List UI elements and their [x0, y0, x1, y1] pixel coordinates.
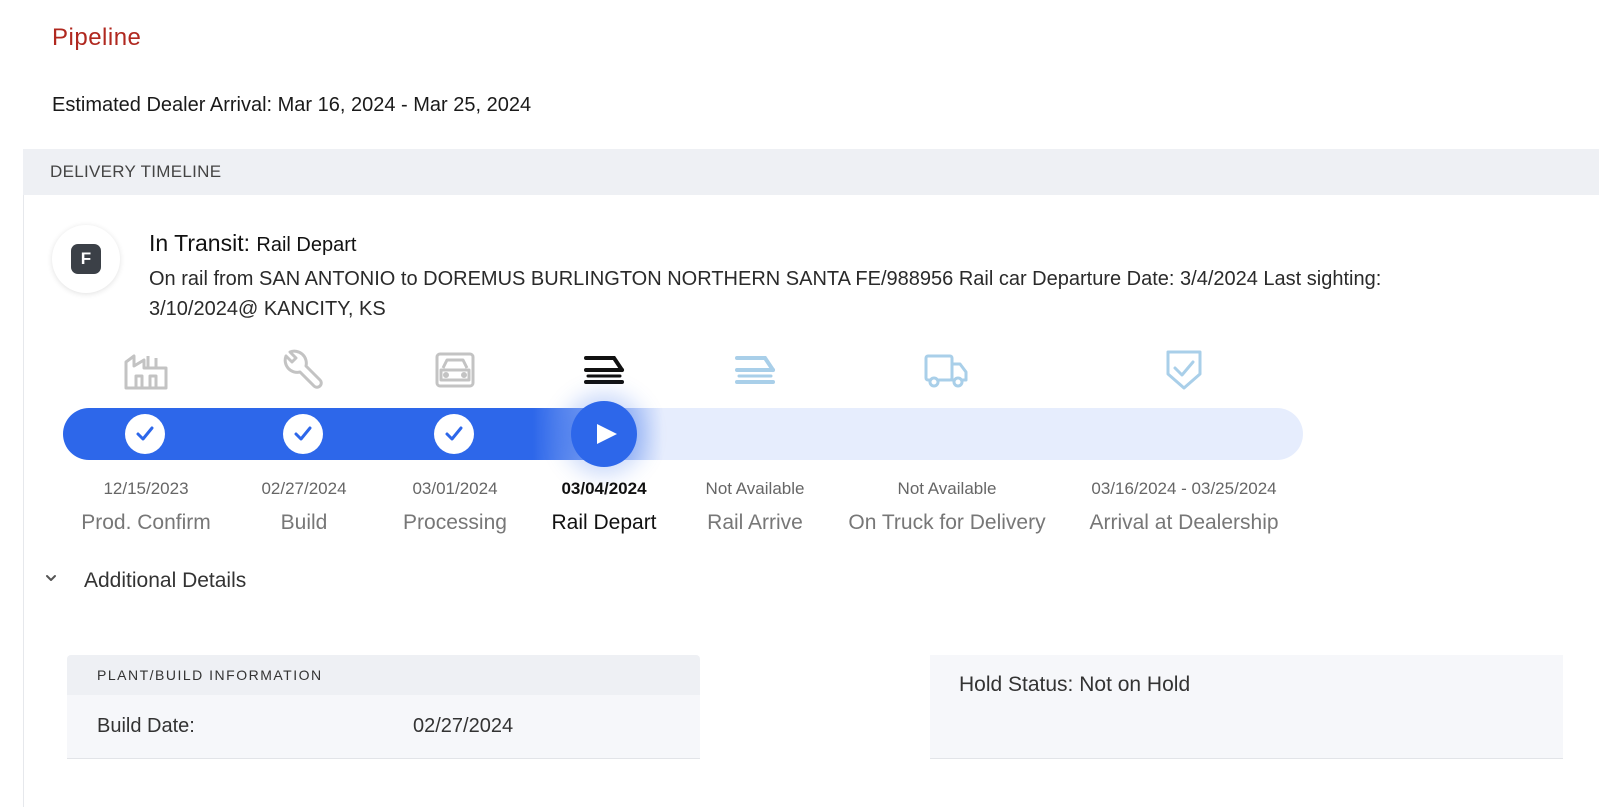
progress-track — [63, 408, 1303, 460]
build-date-value: 02/27/2024 — [413, 715, 514, 737]
car-front-icon — [431, 348, 479, 392]
check-icon — [434, 414, 474, 454]
status-line: In Transit: Rail Depart — [149, 230, 356, 257]
delivery-timeline-header: DELIVERY TIMELINE — [23, 149, 1599, 195]
step-date: Not Available — [897, 479, 997, 498]
train-icon — [580, 348, 628, 392]
step-name: Prod. Confirm — [81, 511, 211, 534]
hold-status-text: Hold Status: Not on Hold — [959, 673, 1191, 696]
additional-details-label: Additional Details — [84, 569, 247, 592]
step-name: Rail Arrive — [707, 511, 803, 534]
step-date: 03/04/2024 — [561, 479, 647, 498]
step-name: On Truck for Delivery — [848, 511, 1046, 534]
avatar-letter: F — [71, 244, 101, 274]
page-title: Pipeline — [52, 24, 142, 51]
step-name: Processing — [403, 511, 507, 534]
step-date: 03/16/2024 - 03/25/2024 — [1091, 479, 1277, 498]
wrench-icon — [280, 348, 328, 392]
card-border — [23, 195, 24, 807]
step-name: Arrival at Dealership — [1089, 511, 1279, 534]
build-date-label: Build Date: — [97, 715, 195, 737]
plant-build-row: Build Date: 02/27/2024 — [67, 695, 700, 759]
factory-icon — [122, 348, 170, 392]
chevron-down-icon — [46, 575, 56, 581]
truck-icon — [922, 348, 970, 392]
check-icon — [125, 414, 165, 454]
estimated-arrival: Estimated Dealer Arrival: Mar 16, 2024 -… — [52, 94, 532, 116]
step-date: 12/15/2023 — [103, 479, 189, 498]
shield-check-icon — [1160, 348, 1208, 392]
step-date: 03/01/2024 — [412, 479, 498, 498]
check-icon — [283, 414, 323, 454]
hold-status-panel: Hold Status: Not on Hold — [930, 655, 1563, 759]
step-date: Not Available — [705, 479, 805, 498]
play-icon — [571, 401, 637, 467]
step-date: 02/27/2024 — [261, 479, 347, 498]
train-arrive-icon — [731, 348, 779, 392]
step-name: Rail Depart — [551, 511, 657, 534]
status-description: On rail from SAN ANTONIO to DOREMUS BURL… — [149, 268, 1382, 320]
plant-build-header: PLANT/BUILD INFORMATION — [67, 655, 700, 695]
step-name: Build — [280, 511, 328, 534]
status-label: In Transit: — [149, 230, 250, 256]
status-value: Rail Depart — [256, 234, 357, 256]
avatar: F — [52, 225, 120, 293]
